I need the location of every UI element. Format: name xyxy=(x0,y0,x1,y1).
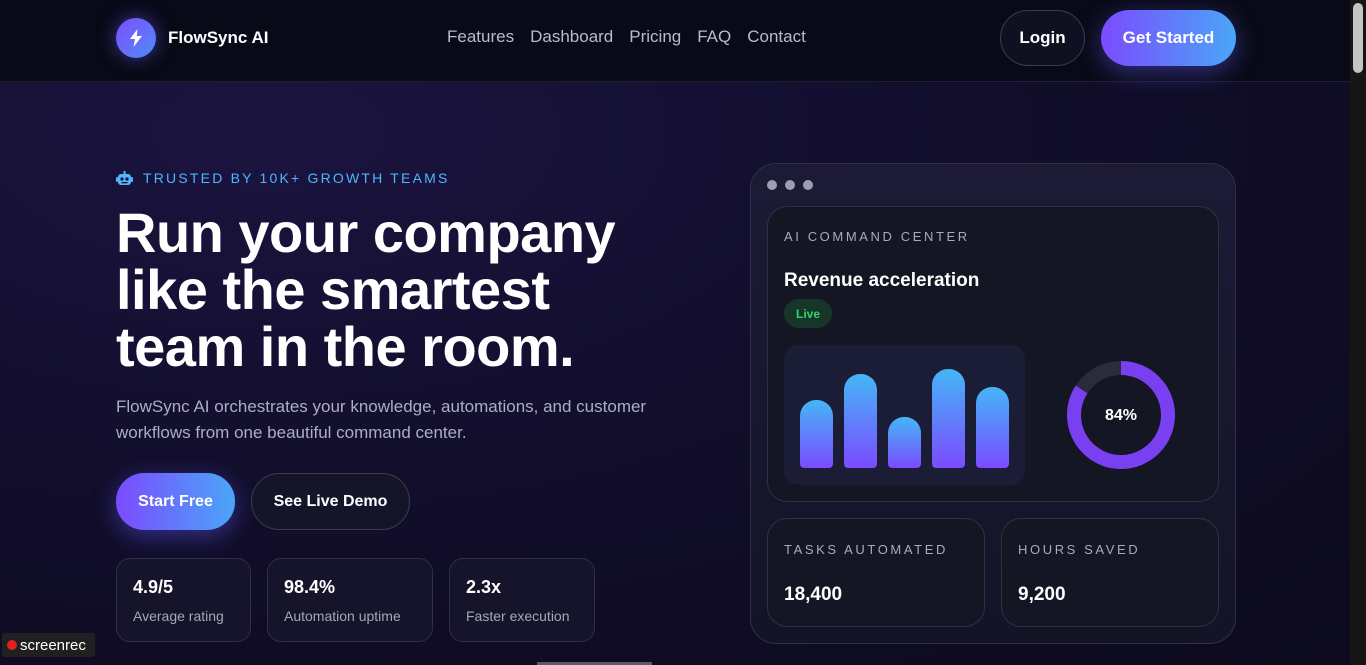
get-started-button[interactable]: Get Started xyxy=(1101,10,1236,66)
see-live-demo-button[interactable]: See Live Demo xyxy=(251,473,410,530)
screenrec-watermark: screenrec xyxy=(2,633,95,657)
live-status-badge: Live xyxy=(784,299,832,328)
stat-card-rating: 4.9/5 Average rating xyxy=(116,558,251,642)
revenue-bar xyxy=(800,400,833,468)
revenue-bar xyxy=(888,417,921,468)
headline-line-3: team in the room. xyxy=(116,315,575,378)
main-nav: Features Dashboard Pricing FAQ Contact xyxy=(447,27,806,47)
record-dot-icon xyxy=(7,640,17,650)
window-dot xyxy=(767,180,777,190)
revenue-bar xyxy=(844,374,877,468)
stat-value: 4.9/5 xyxy=(133,577,174,597)
lightning-bolt-icon xyxy=(130,29,142,47)
watermark-text: screenrec xyxy=(20,636,86,654)
stat-label: Automation uptime xyxy=(284,608,401,624)
nav-link-features[interactable]: Features xyxy=(447,27,514,47)
stat-card-uptime: 98.4% Automation uptime xyxy=(267,558,433,642)
stat-card-execution: 2.3x Faster execution xyxy=(449,558,595,642)
eyebrow-text: TRUSTED BY 10K+ GROWTH TEAMS xyxy=(143,170,450,186)
revenue-bar-chart xyxy=(784,345,1025,485)
revenue-bar xyxy=(932,369,965,468)
login-button[interactable]: Login xyxy=(1000,10,1085,66)
window-dot xyxy=(785,180,795,190)
hero-eyebrow: TRUSTED BY 10K+ GROWTH TEAMS xyxy=(116,170,450,186)
tile-value: 18,400 xyxy=(784,584,843,605)
nav-link-contact[interactable]: Contact xyxy=(747,27,806,47)
page-background: FlowSync AI Features Dashboard Pricing F… xyxy=(0,0,1350,665)
panel-title: Revenue acceleration xyxy=(784,270,980,291)
start-free-button[interactable]: Start Free xyxy=(116,473,235,530)
hero-subtext: FlowSync AI orchestrates your knowledge,… xyxy=(116,397,647,442)
hero-headline: Run your company like the smartest team … xyxy=(116,204,716,375)
vertical-scrollbar[interactable] xyxy=(1350,0,1366,665)
nav-link-pricing[interactable]: Pricing xyxy=(629,27,681,47)
top-navbar: FlowSync AI Features Dashboard Pricing F… xyxy=(0,0,1350,82)
brand-name[interactable]: FlowSync AI xyxy=(168,28,268,48)
tasks-automated-tile: TASKS AUTOMATED 18,400 xyxy=(767,518,985,627)
nav-link-faq[interactable]: FAQ xyxy=(697,27,731,47)
donut-label: 84% xyxy=(1105,407,1137,424)
nav-link-dashboard[interactable]: Dashboard xyxy=(530,27,613,47)
stat-value: 2.3x xyxy=(466,577,502,597)
tile-value: 9,200 xyxy=(1018,584,1066,605)
robot-icon xyxy=(116,170,133,185)
panel-eyebrow: AI COMMAND CENTER xyxy=(784,229,970,244)
brand-logo[interactable] xyxy=(116,18,156,58)
stat-label: Average rating xyxy=(133,608,224,624)
headline-line-2: like the smartest xyxy=(116,258,550,321)
progress-donut: 84% xyxy=(1067,361,1175,469)
stat-value: 98.4% xyxy=(284,577,336,597)
hours-saved-tile: HOURS SAVED 9,200 xyxy=(1001,518,1219,627)
stat-label: Faster execution xyxy=(466,608,570,624)
window-dot xyxy=(803,180,813,190)
tile-label: HOURS SAVED xyxy=(1018,542,1141,557)
headline-line-1: Run your company xyxy=(116,201,616,264)
tile-label: TASKS AUTOMATED xyxy=(784,542,948,557)
revenue-bar xyxy=(976,387,1009,468)
scrollbar-thumb[interactable] xyxy=(1353,3,1363,73)
